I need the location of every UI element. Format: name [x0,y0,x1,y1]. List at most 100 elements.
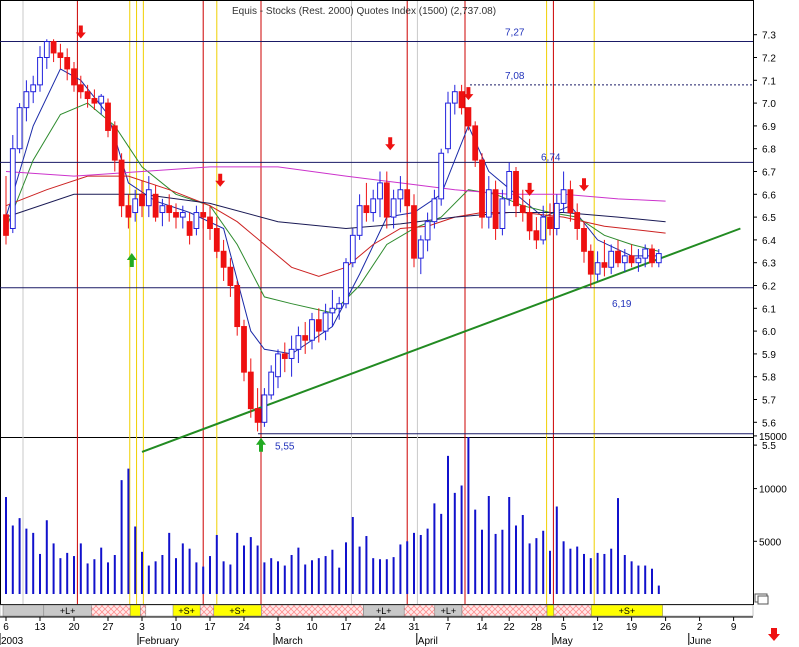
candle-body [64,57,71,70]
candle-body [513,171,519,207]
candle-body [309,319,315,341]
candle-body [145,189,152,207]
candle-body [139,193,145,207]
candle-body [98,95,105,104]
candle-body [383,182,390,218]
candle-body [105,102,111,131]
candle-body [329,307,336,314]
candle-body [322,312,329,332]
candle-body [220,250,227,268]
candle-body [574,212,581,229]
candle-body [411,205,417,259]
candle-body [356,205,363,236]
candle-body [397,189,404,200]
signal-band-strip: +L+ +S+ +S+ +L+ +L+ +S+ [0,604,754,617]
candle-body [594,262,601,275]
candle-body [567,189,574,214]
price-tick-label: 7.0 [762,99,776,110]
day-tick-label: 28 [531,622,543,633]
candle-body [302,335,309,341]
candle-body [91,98,98,104]
scroll-widget[interactable] [754,593,769,605]
signal-band-label: +L+ [60,606,76,616]
candle-body [553,202,560,229]
candle-body [227,266,234,287]
price-tick-label: 6.9 [762,122,776,133]
month-label: March [275,636,303,647]
day-tick-label: 24 [238,622,250,633]
signal-band-label: +S+ [178,606,195,616]
candle-body [118,159,125,207]
candle-body [431,198,438,223]
scroll-right-arrow-icon[interactable] [768,628,780,641]
candle-body [424,221,431,241]
candle-body [336,303,343,309]
candle-body [349,234,356,264]
candle-body [519,205,526,214]
candle-body [506,171,513,200]
candle-body [261,394,268,423]
price-tick-label: 6.2 [762,282,776,293]
candle-body [479,159,485,218]
volume-tick-label: 15000 [759,432,787,443]
day-tick-label: 2 [697,622,703,633]
candle-body [390,198,397,218]
candle-body [560,189,567,204]
price-tick-label: 6.1 [762,304,776,315]
price-tick-label: 6.7 [762,168,776,179]
candle-body [295,335,302,350]
price-level-label: 6,74 [541,152,561,163]
candle-body [377,182,383,200]
signal-band [461,604,548,617]
price-tick-label: 7.2 [762,54,776,65]
price-tick-label: 5.8 [762,373,776,384]
candle-body [77,84,84,93]
price-tick-label: 6.6 [762,190,776,201]
signal-band [261,604,364,617]
price-tick-label: 7.1 [762,76,776,87]
price-tick-label: 5.6 [762,418,776,429]
price-level-label: 7,27 [505,28,525,39]
candle-body [655,253,662,264]
price-tick-label: 6.5 [762,213,776,224]
chart-title: Equis - Stocks (Rest. 2000) Quotes Index… [232,6,496,17]
signal-band-label: +S+ [229,606,246,616]
candle-body [608,250,615,268]
candle-body [125,205,132,218]
candle-body [71,68,77,86]
candle-body [635,257,642,264]
candle-body [132,198,139,214]
signal-band-label: +L+ [376,606,392,616]
day-tick-label: 9 [731,622,737,633]
candle-body [186,221,193,236]
day-tick-label: 17 [340,622,352,633]
day-tick-label: 10 [306,622,318,633]
price-volume-chart: 7,27 7,08 6,74 6,19 5,55 7.3 7.2 7.1 7.0 6.9 6.8 6… [0,0,787,647]
day-tick-label: 22 [504,622,516,633]
day-tick-label: 17 [204,622,216,633]
day-tick-label: 3 [139,622,145,633]
candle-body [363,205,370,214]
signal-band [553,604,592,617]
candle-body [43,41,50,59]
candle-body [275,353,281,378]
candle-body [9,148,16,229]
day-tick-label: 13 [34,622,46,633]
candle-body [438,152,445,200]
candle-body [207,216,213,230]
price-tick-label: 6.8 [762,145,776,156]
month-label: April [418,636,438,647]
candle-body [179,212,186,218]
day-tick-label: 6 [3,622,9,633]
price-tick-label: 6.3 [762,259,776,270]
candle-body [642,248,649,259]
candle-body [3,214,9,236]
price-tick-label: 7.3 [762,31,776,42]
candle-body [485,189,492,218]
day-tick-label: 20 [68,622,80,633]
signal-band [546,604,555,617]
price-level-label: 6,19 [612,299,632,310]
price-tick-label: 5.7 [762,396,776,407]
candle-body [200,212,207,218]
signal-band [140,604,147,617]
